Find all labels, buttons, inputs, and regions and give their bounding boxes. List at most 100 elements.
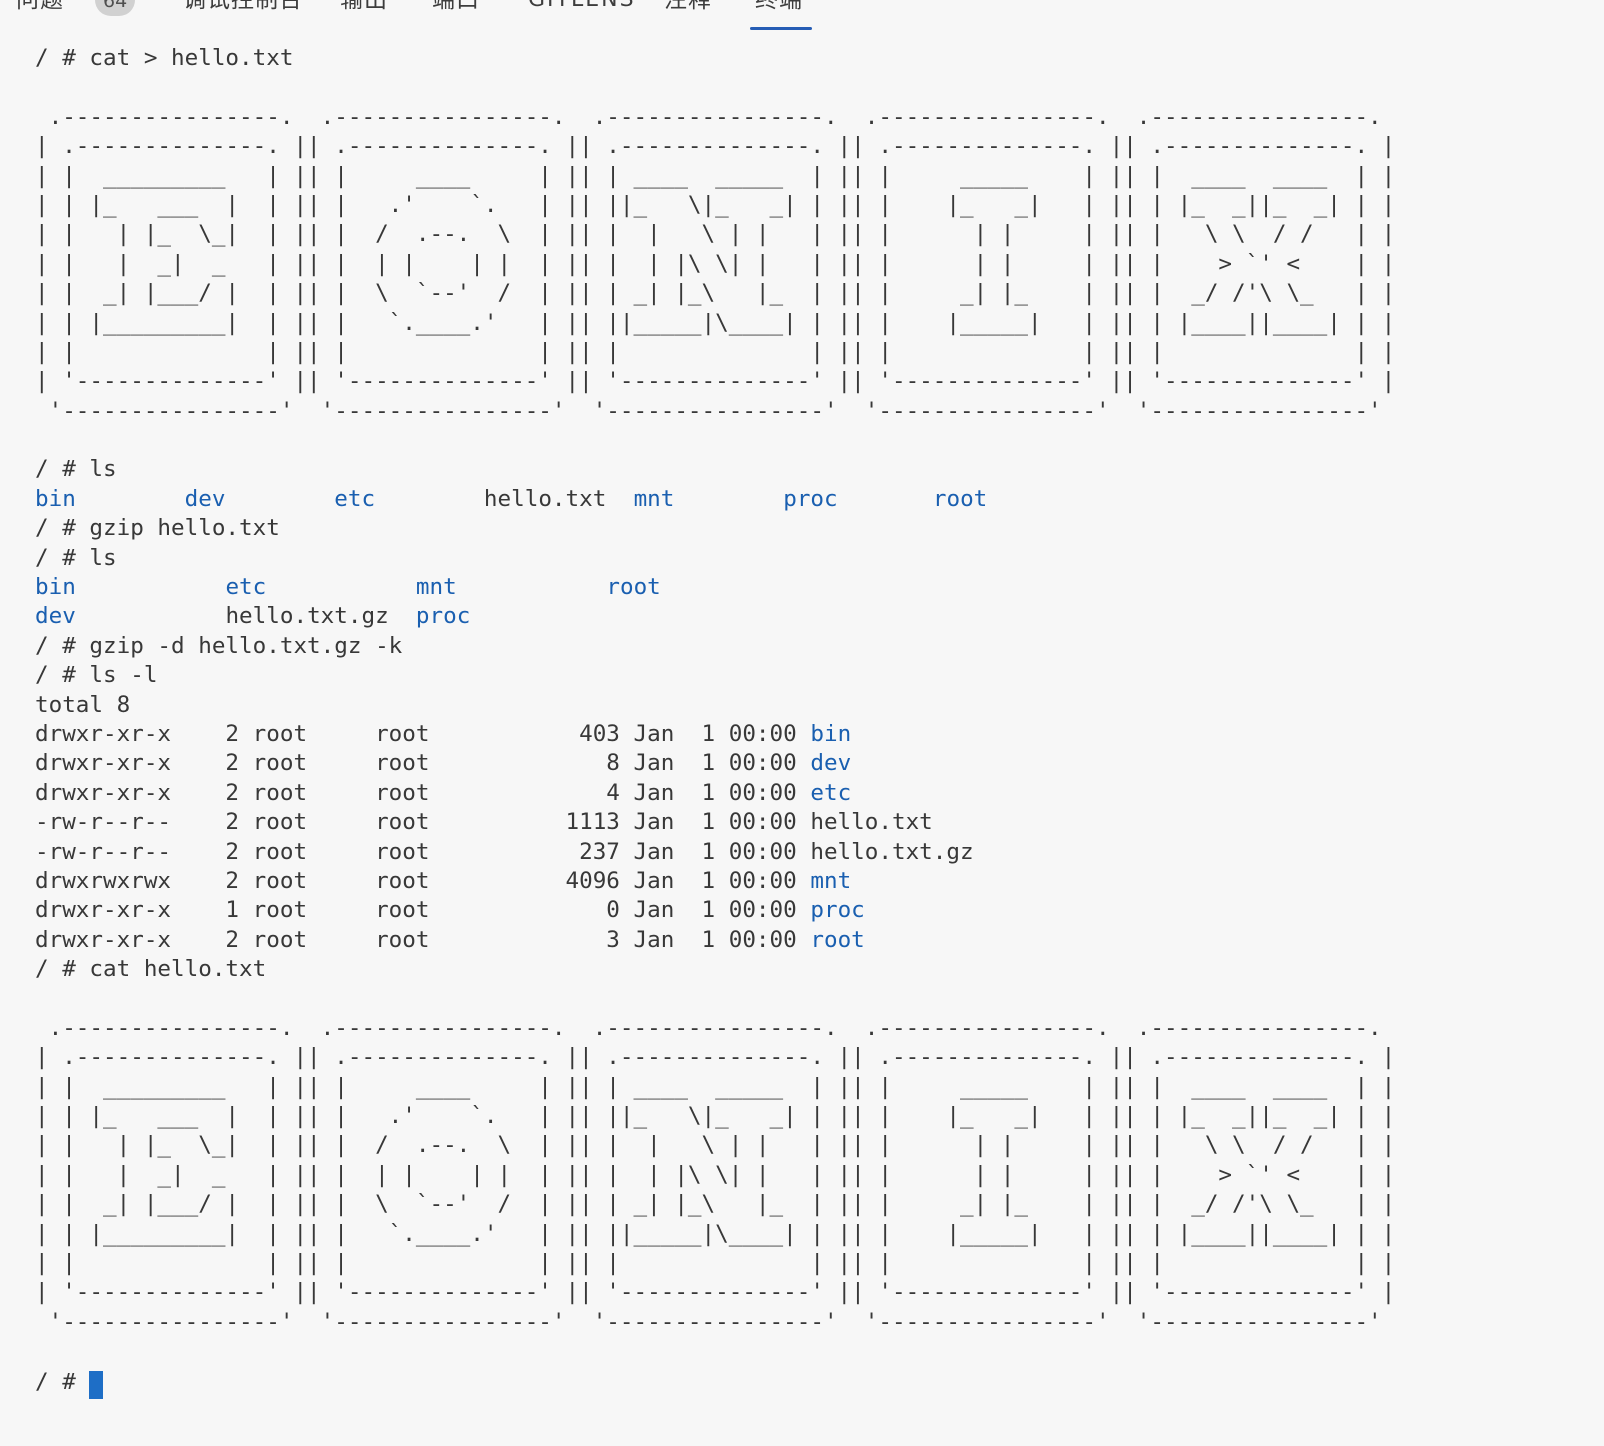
terminal-text: / # gzip hello.txt	[35, 515, 280, 541]
terminal-cursor	[89, 1371, 103, 1399]
directory-name: dev	[810, 750, 851, 776]
terminal-line: -rw-r--r-- 2 root root 1113 Jan 1 00:00 …	[35, 808, 1604, 837]
terminal-line: -rw-r--r-- 2 root root 237 Jan 1 00:00 h…	[35, 838, 1604, 867]
directory-name: etc	[334, 486, 375, 512]
directory-name: bin	[35, 486, 76, 512]
directory-name: bin	[35, 574, 76, 600]
terminal-text: | '--------------' || '--------------' |…	[35, 1279, 1395, 1305]
terminal-text: drwxr-xr-x 2 root root 3 Jan 1 00:00	[35, 927, 810, 953]
directory-name: root	[606, 574, 660, 600]
ascii-banner-line: | '--------------' || '--------------' |…	[35, 1278, 1604, 1307]
directory-name: bin	[810, 721, 851, 747]
active-tab-underline	[750, 27, 812, 30]
tab-output[interactable]: 输出	[340, 0, 388, 13]
directory-name: dev	[35, 603, 76, 629]
tab-gitlens[interactable]: GITLENS	[528, 0, 636, 13]
terminal-text	[266, 574, 416, 600]
terminal-text: / # ls -l	[35, 662, 157, 688]
terminal-line: drwxr-xr-x 2 root root 8 Jan 1 00:00 dev	[35, 749, 1604, 778]
terminal-text	[606, 486, 633, 512]
terminal-text: drwxr-xr-x 2 root root 4 Jan 1 00:00	[35, 780, 810, 806]
terminal-text: | '--------------' || '--------------' |…	[35, 368, 1395, 394]
directory-name: root	[810, 927, 864, 953]
directory-name: proc	[416, 603, 470, 629]
tab-terminal[interactable]: 终端	[755, 0, 803, 13]
terminal-text: | | _________ | || | ____ | || | ____ __…	[35, 1074, 1395, 1100]
tab-ports[interactable]: 端口	[432, 0, 480, 13]
terminal-text: / # cat hello.txt	[35, 956, 266, 982]
terminal-text: / # ls	[35, 456, 117, 482]
terminal-text: hello.txt.gz	[225, 603, 388, 629]
terminal-line: / # ls -l	[35, 661, 1604, 690]
terminal-text: drwxr-xr-x 2 root root 8 Jan 1 00:00	[35, 750, 810, 776]
terminal-text: '----------------' '----------------' '-…	[35, 398, 1395, 424]
ascii-banner-line: | | | _| _ | || | | | | | | || | | |\ \|…	[35, 1161, 1604, 1190]
terminal-text	[76, 574, 226, 600]
vscode-panel: { "colors": { "background": "#f7f7f7", "…	[0, 0, 1604, 1446]
ascii-banner-line: | | _________ | || | ____ | || | ____ __…	[35, 1073, 1604, 1102]
ascii-banner-line: | | | || | | || | | || | | || | | |	[35, 1249, 1604, 1278]
directory-name: mnt	[634, 486, 675, 512]
ascii-banner-line: | | |_________| | || | `.____.' | || ||_…	[35, 309, 1604, 338]
tab-comments[interactable]: 注释	[664, 0, 712, 13]
terminal-line: / # ls	[35, 455, 1604, 484]
terminal-text	[838, 486, 933, 512]
ascii-banner-line: | | _________ | || | ____ | || | ____ __…	[35, 162, 1604, 191]
terminal-text: | | _| |___/ | | || | \ `--' / | || | _|…	[35, 280, 1395, 306]
ascii-banner-line: | | | _| _ | || | | | | | | || | | |\ \|…	[35, 250, 1604, 279]
terminal-text: | | _________ | || | ____ | || | ____ __…	[35, 163, 1395, 189]
problems-count-badge: 64	[95, 0, 135, 16]
directory-name: mnt	[810, 868, 851, 894]
directory-name: etc	[810, 780, 851, 806]
ascii-banner-line: | | | |_ \_| | || | / .--. \ | || | | \ …	[35, 220, 1604, 249]
terminal-text: | | |_________| | || | `.____.' | || ||_…	[35, 1221, 1395, 1247]
terminal-text: | | | |_ \_| | || | / .--. \ | || | | \ …	[35, 221, 1395, 247]
terminal-text: / # ls	[35, 545, 117, 571]
terminal-line	[35, 985, 1604, 1014]
directory-name: etc	[225, 574, 266, 600]
terminal-text	[457, 574, 607, 600]
ascii-banner-line: | | |_________| | || | `.____.' | || ||_…	[35, 1220, 1604, 1249]
terminal-line: / # gzip -d hello.txt.gz -k	[35, 632, 1604, 661]
directory-name: mnt	[416, 574, 457, 600]
terminal-text: / # cat > hello.txt	[35, 45, 293, 71]
terminal-text: .----------------. .----------------. .-…	[35, 104, 1395, 130]
ascii-banner-line: .----------------. .----------------. .-…	[35, 103, 1604, 132]
terminal-line: / # cat > hello.txt	[35, 44, 1604, 73]
terminal-line: bin etc mnt root	[35, 573, 1604, 602]
ascii-banner-line: | | |_ ___ | | || | .' `. | || ||_ \|_ _…	[35, 1102, 1604, 1131]
ascii-banner-line: .----------------. .----------------. .-…	[35, 1014, 1604, 1043]
terminal-line: / # ls	[35, 544, 1604, 573]
terminal-line: / # gzip hello.txt	[35, 514, 1604, 543]
ascii-banner-line: | | |_ ___ | | || | .' `. | || ||_ \|_ _…	[35, 191, 1604, 220]
tab-debug-console[interactable]: 调试控制台	[183, 0, 303, 13]
terminal-text: | | |_ ___ | | || | .' `. | || ||_ \|_ _…	[35, 192, 1395, 218]
ascii-banner-line: | '--------------' || '--------------' |…	[35, 367, 1604, 396]
ascii-banner-line: | .--------------. || .--------------. |…	[35, 132, 1604, 161]
terminal-text: / # gzip -d hello.txt.gz -k	[35, 633, 402, 659]
terminal-text	[76, 486, 185, 512]
terminal-text	[389, 603, 416, 629]
terminal-text: | | | _| _ | || | | | | | | || | | |\ \|…	[35, 251, 1395, 277]
terminal-text: .----------------. .----------------. .-…	[35, 1015, 1395, 1041]
terminal-text: total 8	[35, 692, 130, 718]
ascii-banner-line: | | | || | | || | | || | | || | | |	[35, 338, 1604, 367]
terminal-line: drwxr-xr-x 2 root root 3 Jan 1 00:00 roo…	[35, 926, 1604, 955]
terminal-output: / # cat > hello.txt .----------------. .…	[35, 44, 1604, 1396]
terminal-text: hello.txt	[484, 486, 606, 512]
terminal-text: | | | || | | || | | || | | || | | |	[35, 339, 1395, 365]
terminal-text: drwxr-xr-x 1 root root 0 Jan 1 00:00	[35, 897, 810, 923]
tab-problems[interactable]: 问题	[16, 0, 64, 13]
terminal-text: | | |_________| | || | `.____.' | || ||_…	[35, 310, 1395, 336]
terminal-text: -rw-r--r-- 2 root root 237 Jan 1 00:00 h…	[35, 839, 974, 865]
terminal-line: drwxr-xr-x 2 root root 4 Jan 1 00:00 etc	[35, 779, 1604, 808]
ascii-banner-line: '----------------' '----------------' '-…	[35, 397, 1604, 426]
terminal[interactable]: / # cat > hello.txt .----------------. .…	[0, 32, 1604, 1396]
terminal-line: / #	[35, 1367, 1604, 1396]
ascii-banner-line: | .--------------. || .--------------. |…	[35, 1043, 1604, 1072]
terminal-text	[375, 486, 484, 512]
terminal-text: -rw-r--r-- 2 root root 1113 Jan 1 00:00 …	[35, 809, 933, 835]
terminal-text: drwxrwxrwx 2 root root 4096 Jan 1 00:00	[35, 868, 810, 894]
ascii-banner-line: | | _| |___/ | | || | \ `--' / | || | _|…	[35, 279, 1604, 308]
terminal-text: | .--------------. || .--------------. |…	[35, 1044, 1395, 1070]
